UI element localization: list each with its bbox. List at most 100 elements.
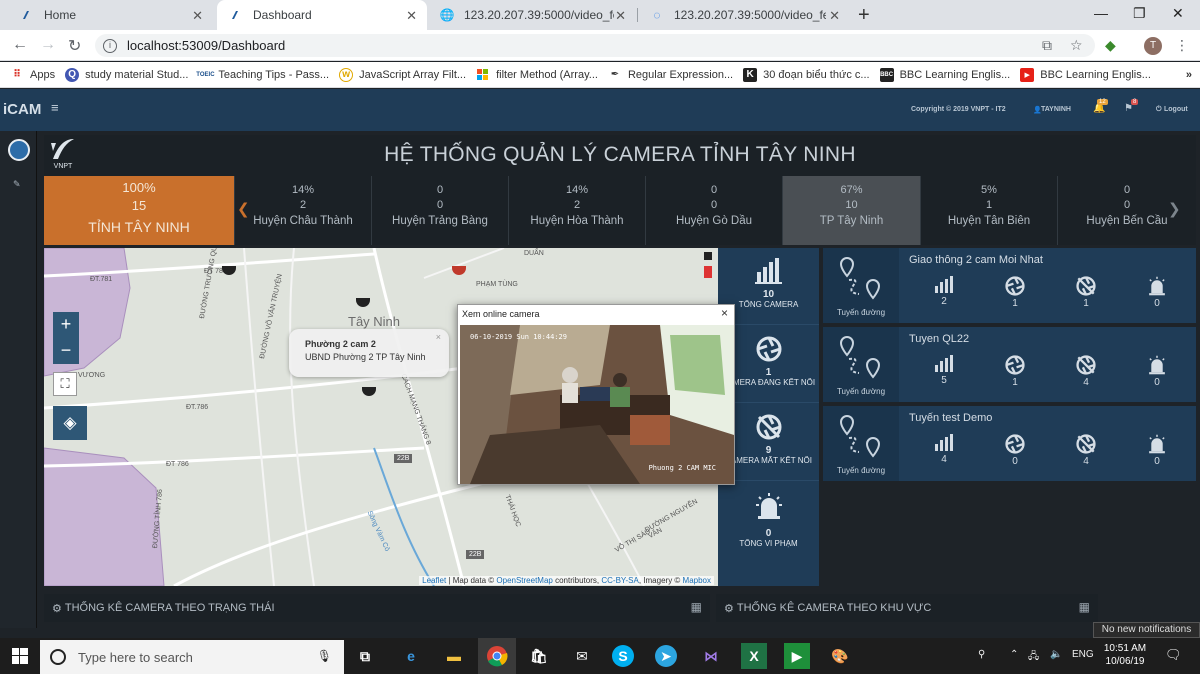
district-card[interactable]: 0 0 Huyện Trảng Bàng [372, 176, 509, 245]
bookmark-30-doan[interactable]: K 30 đoạn biểu thức c... [743, 67, 870, 82]
carousel-prev-icon[interactable]: ❮ [237, 200, 250, 218]
license-link[interactable]: CC-BY-SA [601, 576, 639, 585]
mail-icon[interactable]: ✉ [569, 643, 595, 669]
dialog-close-icon[interactable]: × [721, 306, 728, 320]
taskbar-search-input[interactable]: Type here to search 🎙 [40, 640, 344, 674]
store-icon[interactable]: 🛍 [526, 643, 552, 669]
close-window-icon[interactable]: ✕ [1172, 5, 1184, 22]
stat-total-violations[interactable]: 0 TỔNG VI PHẠM [718, 482, 819, 586]
zoom-in-button[interactable]: + [53, 312, 79, 338]
page-title: HỆ THỐNG QUẢN LÝ CAMERA TỈNH TÂY NINH [384, 143, 856, 166]
bookmark-js-array[interactable]: w JavaScript Array Filt... [339, 67, 466, 82]
restore-icon[interactable]: ❐ [1133, 5, 1146, 22]
excel-icon[interactable]: X [741, 643, 767, 669]
paint-icon[interactable]: 🎨 [827, 643, 853, 669]
route-card[interactable]: Tuyến đường Tuyến test Demo 4 0 4 0 [823, 406, 1196, 481]
people-icon[interactable]: ⚲ [978, 649, 985, 660]
tab-close-icon[interactable]: ✕ [192, 8, 203, 24]
reload-icon[interactable]: ↻ [68, 36, 81, 56]
volume-icon[interactable]: 🔈 [1050, 649, 1062, 660]
back-icon[interactable]: ← [12, 36, 28, 54]
bookmark-star-icon[interactable]: ☆ [1070, 37, 1083, 54]
district-card[interactable]: 0 0 Huyện Gò Dầu [646, 176, 783, 245]
taskbar-clock[interactable]: 10:51 AM 10/06/19 [1100, 642, 1150, 668]
tab-dashboard[interactable]: Dashboard ✕ [217, 0, 427, 30]
network-icon[interactable]: 🖧 [1028, 649, 1039, 666]
leaflet-link[interactable]: Leaflet [422, 576, 446, 585]
popup-subtitle: UBND Phường 2 TP Tây Ninh [305, 352, 426, 362]
district-card[interactable]: 14% 2 Huyện Hòa Thành [509, 176, 646, 245]
brand-logo[interactable]: iCAM [3, 101, 41, 118]
camera-marker-offline-icon[interactable] [704, 266, 712, 278]
user-link[interactable]: TAYNINH [1041, 106, 1071, 113]
osm-link[interactable]: OpenStreetMap [496, 576, 552, 585]
vnpt-logo-icon[interactable] [8, 139, 30, 161]
calendar-icon[interactable]: ▦ [691, 600, 702, 614]
layers-icon[interactable]: ◈ [53, 406, 87, 440]
district-card[interactable]: 5% 1 Huyện Tân Biên [921, 176, 1058, 245]
extension-icon[interactable]: ◆ [1105, 37, 1116, 54]
tab-video-feed-1[interactable]: 🌐 123.20.207.39:5000/video_feed/1 ✕ [428, 0, 636, 30]
profile-avatar[interactable]: T [1144, 37, 1162, 55]
tab-close-icon[interactable]: ✕ [615, 8, 626, 24]
visual-studio-icon[interactable]: ⋈ [698, 643, 724, 669]
district-card-selected[interactable]: 67% 10 TP Tây Ninh [783, 176, 921, 245]
route-name: Tuyến test Demo [909, 412, 993, 424]
bookmark-teaching-tips[interactable]: TOEIC Teaching Tips - Pass... [196, 68, 329, 82]
camera-marker-icon[interactable] [704, 252, 712, 260]
route-label: Tuyến đường [836, 387, 886, 396]
popup-close-icon[interactable]: × [436, 332, 441, 342]
metric-value: 0 [1154, 377, 1160, 388]
tray-chevron-icon[interactable]: ⌃ [1010, 649, 1018, 660]
route-card[interactable]: Tuyến đường Giao thông 2 cam Moi Nhat 2 … [823, 248, 1196, 323]
telegram-icon[interactable]: ➤ [655, 645, 677, 667]
language-indicator[interactable]: ENG [1072, 649, 1094, 660]
skype-icon[interactable]: S [612, 645, 634, 667]
new-tab-button[interactable]: + [858, 4, 870, 27]
action-center-icon[interactable]: 🗨 [1165, 647, 1182, 663]
forward-icon[interactable]: → [40, 36, 56, 54]
route-card[interactable]: Tuyến đường Tuyen QL22 5 1 4 0 [823, 327, 1196, 402]
camtasia-icon[interactable]: ▶ [784, 643, 810, 669]
power-icon[interactable]: ⏻ [1156, 106, 1162, 114]
calendar-icon[interactable]: ▦ [1079, 600, 1090, 614]
tab-video-feed-2[interactable]: ◌ 123.20.207.39:5000/video_feed/2 ✕ [638, 0, 850, 30]
camera-video-feed[interactable]: 06-10-2019 Sun 10:44:29 Phuong 2 CAM MIC [460, 325, 734, 484]
info-icon[interactable]: i [103, 38, 117, 53]
bookmark-bbc-2[interactable]: ▶ BBC Learning Englis... [1020, 67, 1151, 82]
zoom-out-button[interactable]: − [53, 338, 79, 364]
district-card-province[interactable]: 100% 15 TỈNH TÂY NINH [44, 176, 235, 245]
bookmark-bbc-1[interactable]: BBC BBC Learning Englis... [879, 67, 1010, 82]
route-metric-disconnected: 4 [1066, 355, 1106, 388]
district-percent: 67% [840, 184, 863, 196]
alarm-icon [1149, 355, 1165, 375]
minimize-icon[interactable]: — [1094, 5, 1108, 21]
fullscreen-icon[interactable]: ⛶ [53, 372, 77, 396]
tab-close-icon[interactable]: ✕ [829, 8, 840, 24]
microphone-icon[interactable]: 🎙 [317, 649, 332, 663]
menu-kebab-icon[interactable]: ⋮ [1175, 37, 1189, 54]
bookmark-label: filter Method (Array... [496, 68, 598, 81]
more-bookmarks-icon[interactable]: » [1186, 69, 1192, 81]
logout-link[interactable]: Logout [1164, 106, 1188, 113]
bookmark-regex[interactable]: ✒ Regular Expression... [608, 68, 733, 82]
windows-start-icon[interactable] [12, 648, 28, 667]
chrome-icon[interactable] [478, 638, 516, 674]
translate-icon[interactable]: ⧉ [1042, 37, 1052, 54]
edit-icon[interactable]: ✎ [13, 179, 21, 190]
task-view-icon[interactable]: ⧉ [352, 643, 378, 669]
mapbox-link[interactable]: Mapbox [683, 576, 711, 585]
bookmark-filter-method[interactable]: filter Method (Array... [476, 68, 598, 82]
url-input[interactable]: i localhost:53009/Dashboard [95, 34, 1095, 57]
file-explorer-icon[interactable]: ▬ [441, 643, 467, 669]
carousel-next-icon[interactable]: ❯ [1168, 200, 1181, 218]
district-card[interactable]: 14% 2 Huyện Châu Thành [235, 176, 372, 245]
status-stats-header[interactable]: ⚙ THỐNG KÊ CAMERA THEO TRẠNG THÁI ▦ [44, 594, 710, 622]
hamburger-menu-icon[interactable]: ≡ [51, 100, 59, 115]
bookmark-quizlet[interactable]: Qstudy material Stud... [65, 67, 188, 82]
region-stats-header[interactable]: ⚙ THỐNG KÊ CAMERA THEO KHU VỰC ▦ [716, 594, 1098, 622]
tab-home[interactable]: Home ✕ [8, 0, 213, 30]
edge-icon[interactable]: e [398, 643, 424, 669]
tab-close-icon[interactable]: ✕ [406, 8, 417, 24]
bookmark-apps[interactable]: ⠿ Apps [10, 68, 55, 82]
